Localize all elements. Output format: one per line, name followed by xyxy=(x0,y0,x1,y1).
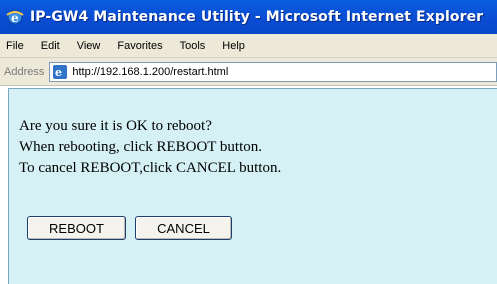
menu-file[interactable]: File xyxy=(6,40,24,52)
reboot-question: Are you sure it is OK to reboot? xyxy=(19,118,212,134)
cancel-instruction: To cancel REBOOT,click CANCEL button. xyxy=(19,160,282,176)
menu-view[interactable]: View xyxy=(77,40,101,52)
address-input[interactable]: e http://192.168.1.200/restart.html xyxy=(49,61,497,82)
cancel-button[interactable]: CANCEL xyxy=(135,216,232,240)
address-label: Address xyxy=(4,65,45,78)
menu-favorites[interactable]: Favorites xyxy=(117,40,162,52)
page-icon: e xyxy=(53,64,68,79)
address-url[interactable]: http://192.168.1.200/restart.html xyxy=(72,66,228,78)
page-content: Are you sure it is OK to reboot? When re… xyxy=(8,88,497,284)
address-bar: Address e http://192.168.1.200/restart.h… xyxy=(0,58,497,86)
svg-text:e: e xyxy=(55,66,62,79)
menu-tools[interactable]: Tools xyxy=(180,40,206,52)
window-title: IP-GW4 Maintenance Utility - Microsoft I… xyxy=(30,9,484,25)
reboot-instruction: When rebooting, click REBOOT button. xyxy=(19,139,263,155)
internet-explorer-icon: e xyxy=(6,9,24,25)
menu-help[interactable]: Help xyxy=(222,40,245,52)
reboot-button[interactable]: REBOOT xyxy=(27,216,126,240)
menu-bar: File Edit View Favorites Tools Help xyxy=(0,34,497,58)
window-title-bar[interactable]: e IP-GW4 Maintenance Utility - Microsoft… xyxy=(0,0,497,34)
menu-edit[interactable]: Edit xyxy=(41,40,60,52)
